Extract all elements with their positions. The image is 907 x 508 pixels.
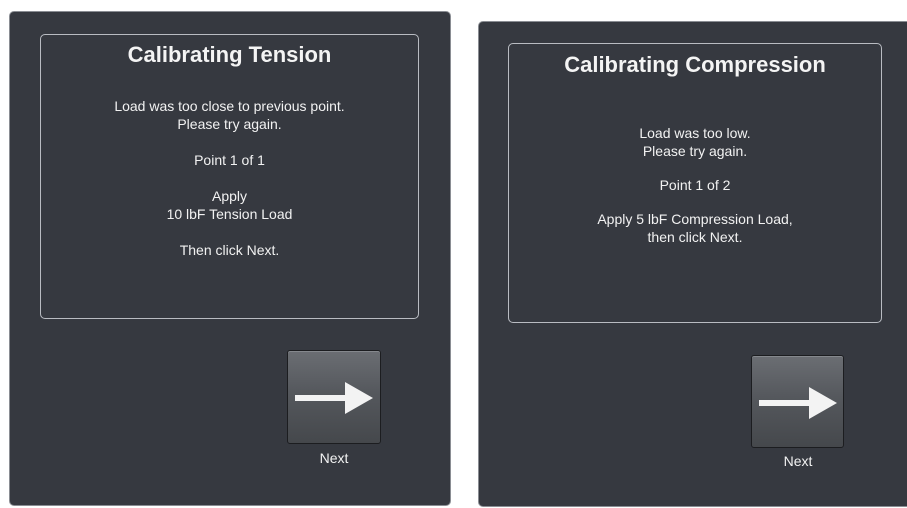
instruction-message: Load was too low. Please try again. Poin…	[509, 124, 881, 246]
panel-title: Calibrating Tension	[127, 42, 332, 67]
message-line: Load was too low.	[639, 125, 751, 141]
message-line: Please try again.	[642, 143, 748, 159]
tension-calibration-screen: Calibrating Tension Load was too close t…	[9, 11, 451, 506]
message-line: then click Next.	[647, 229, 743, 245]
message-line: Then click Next.	[179, 242, 280, 258]
arrow-right-icon	[759, 387, 837, 419]
load-instruction: Apply 5 lbF Compression Load,	[597, 211, 793, 227]
point-counter: Point 1 of 2	[659, 177, 731, 193]
next-button-label[interactable]: Next	[751, 453, 845, 469]
next-button[interactable]	[287, 350, 381, 444]
message-line: Please try again.	[177, 116, 282, 132]
point-counter: Point 1 of 1	[194, 152, 265, 168]
next-button-label[interactable]: Next	[287, 450, 381, 466]
compression-calibration-screen: Calibrating Compression Load was too low…	[478, 21, 907, 507]
calibration-panel: Calibrating Tension Load was too close t…	[40, 34, 419, 319]
panel-title: Calibrating Compression	[564, 52, 826, 77]
message-line: Load was too close to previous point.	[114, 98, 345, 114]
instruction-message: Load was too close to previous point. Pl…	[41, 97, 418, 259]
arrow-right-icon	[295, 382, 373, 414]
message-line: Apply	[211, 188, 248, 204]
load-instruction: 10 lbF Tension Load	[166, 206, 293, 222]
calibration-panel: Calibrating Compression Load was too low…	[508, 43, 882, 323]
next-button[interactable]	[751, 355, 844, 448]
